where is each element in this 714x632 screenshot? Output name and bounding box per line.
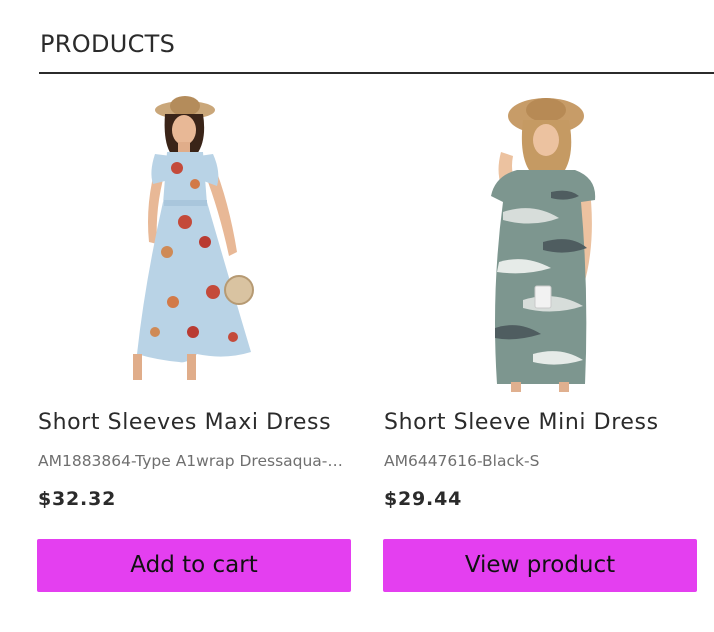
product-image-link[interactable] bbox=[37, 92, 351, 392]
add-to-cart-button[interactable]: Add to cart bbox=[37, 539, 351, 592]
product-title-link[interactable]: Short Sleeves Maxi Dress bbox=[38, 410, 331, 435]
section-title: PRODUCTS bbox=[40, 30, 176, 58]
product-card: Short Sleeve Mini Dress AM6447616-Black-… bbox=[383, 92, 697, 592]
floral-maxi-dress-image bbox=[133, 96, 254, 380]
product-sku: AM6447616-Black-S bbox=[384, 452, 540, 470]
product-image-link[interactable] bbox=[383, 92, 697, 392]
product-title-link[interactable]: Short Sleeve Mini Dress bbox=[384, 410, 659, 435]
product-price: $29.44 bbox=[384, 488, 463, 510]
product-card: Short Sleeves Maxi Dress AM1883864-Type … bbox=[37, 92, 351, 592]
products-section-header: PRODUCTS bbox=[39, 28, 714, 74]
product-sku: AM1883864-Type A1wrap Dressaqua-Floral bbox=[38, 452, 346, 470]
product-price: $32.32 bbox=[38, 488, 117, 510]
view-product-button[interactable]: View product bbox=[383, 539, 697, 592]
camo-mini-dress-image bbox=[491, 98, 596, 392]
